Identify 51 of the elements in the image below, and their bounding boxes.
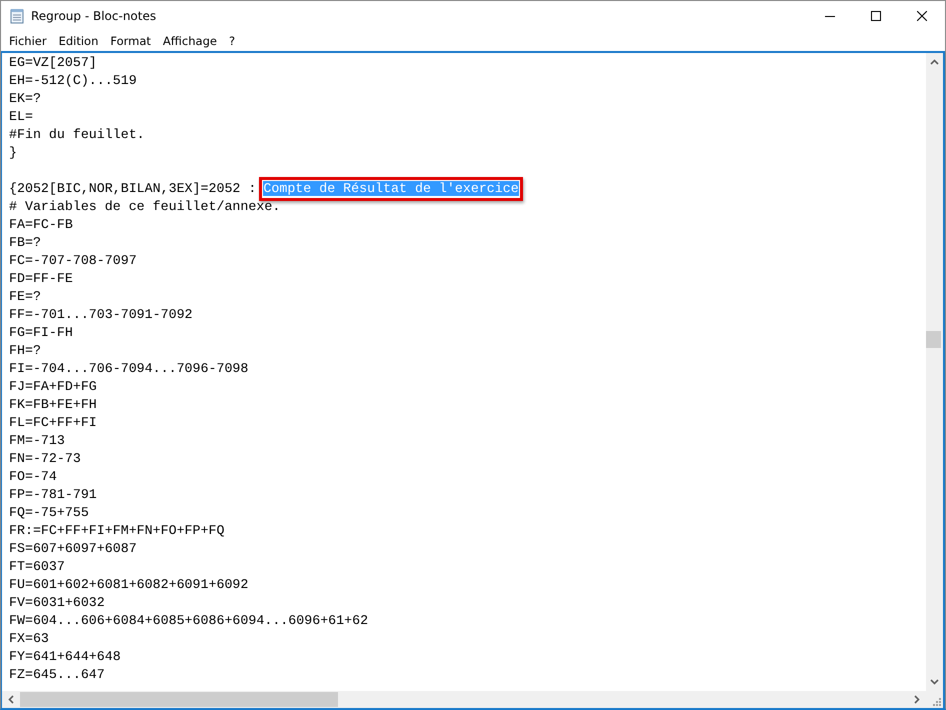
text-line: FP=-781-791: [9, 486, 98, 504]
text-line: EH=-512(C)...519: [9, 72, 138, 90]
menu-item[interactable]: Format: [104, 34, 157, 48]
text-line: FB=?: [9, 234, 42, 252]
text-line: EG=VZ[2057]: [9, 54, 98, 72]
text-line: {2052[BIC,NOR,BILAN,3EX]=2052 :: [9, 180, 256, 198]
close-icon: [917, 11, 927, 21]
text-line: FV=6031+6032: [9, 594, 106, 612]
text-line: FK=FB+FE+FH: [9, 396, 98, 414]
text-line: FU=601+602+6081+6082+6091+6092: [9, 576, 250, 594]
text-line: FS=607+6097+6087: [9, 540, 138, 558]
text-line: FH=?: [9, 342, 42, 360]
text-line: FJ=FA+FD+FG: [9, 378, 98, 396]
text-line: FW=604...606+6084+6085+6086+6094...6096+61+62: [9, 612, 370, 630]
text-line: FX=63: [9, 630, 50, 648]
scroll-left-icon[interactable]: [8, 695, 14, 704]
text-line: FT=6037: [9, 558, 66, 576]
text-line: FI=-704...706-7094...7096-7098: [9, 360, 250, 378]
text-line: FY=641+644+648: [9, 648, 122, 666]
text-line: FG=FI-FH: [9, 324, 74, 342]
text-line: FL=FC+FF+FI: [9, 414, 98, 432]
text-line: FZ=645...647: [9, 666, 106, 684]
selected-text: Compte de Résultat de l'exercice: [263, 181, 519, 196]
text-line: FA=FC-FB: [9, 216, 74, 234]
text-line: # Variables de ce feuillet/annexe.: [9, 198, 282, 216]
text-line: FC=-707-708-7097: [9, 252, 138, 270]
maximize-icon: [871, 11, 881, 21]
scrollbar-thumb[interactable]: [20, 692, 338, 707]
text-line: FR:=FC+FF+FI+FM+FN+FO+FP+FQ: [9, 522, 226, 540]
text-line: EL=: [9, 108, 34, 126]
resize-grip-icon[interactable]: [933, 698, 941, 706]
scroll-up-icon[interactable]: [930, 59, 939, 65]
text-line: FF=-701...703-7091-7092: [9, 306, 194, 324]
text-line: FE=?: [9, 288, 42, 306]
text-line: FN=-72-73: [9, 450, 82, 468]
text-line: FM=-713: [9, 432, 66, 450]
text-line: FD=FF-FE: [9, 270, 74, 288]
text-line: }: [9, 144, 18, 162]
window-title: Regroup - Bloc-notes: [31, 9, 156, 23]
notepad-icon: [9, 8, 25, 24]
menu-item[interactable]: Fichier: [3, 34, 53, 48]
menu-item[interactable]: Edition: [52, 34, 104, 48]
scroll-down-icon[interactable]: [930, 679, 939, 685]
scrollbar-thumb[interactable]: [926, 331, 941, 348]
text-line: EK=?: [9, 90, 42, 108]
scroll-right-icon[interactable]: [914, 695, 920, 704]
text-line: FQ=-75+755: [9, 504, 90, 522]
text-line: #Fin du feuillet.: [9, 126, 146, 144]
menu-item[interactable]: ?: [222, 34, 242, 48]
menu-item[interactable]: Affichage: [156, 34, 223, 48]
text-line: FO=-74: [9, 468, 58, 486]
